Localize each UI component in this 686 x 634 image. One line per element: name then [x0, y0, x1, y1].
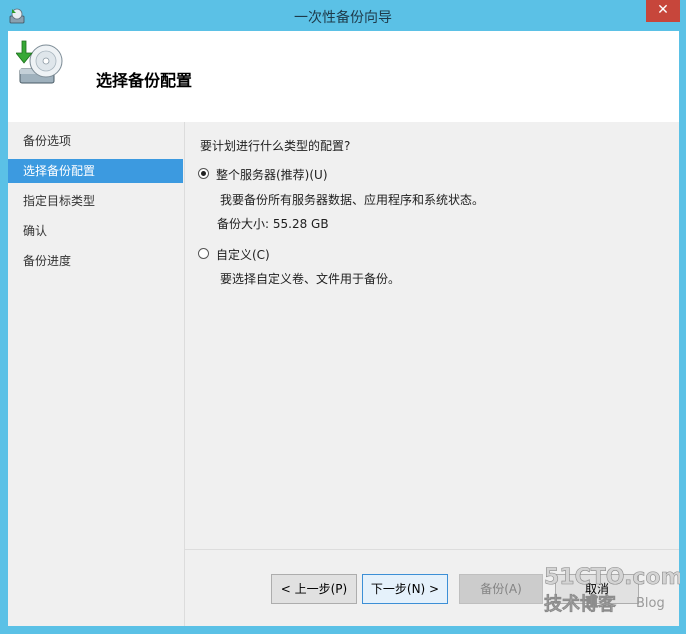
full-server-option-label[interactable]: 整个服务器(推荐)(U) — [216, 166, 328, 183]
custom-option-label[interactable]: 自定义(C) — [216, 246, 270, 263]
wizard-window: 一次性备份向导 ✕ 选择备份配置 备份选项 选择备份配置 指定目标类型 确认 备… — [0, 0, 686, 634]
step-confirmation[interactable]: 确认 — [8, 219, 183, 243]
full-server-description: 我要备份所有服务器数据、应用程序和系统状态。 — [220, 193, 485, 207]
button-bar: < 上一步(P) 下一步(N) > 备份(A) 取消 — [185, 549, 679, 626]
previous-button[interactable]: < 上一步(P) — [271, 574, 357, 604]
page-title: 选择备份配置 — [96, 71, 193, 90]
backup-size-text: 备份大小: 55.28 GB — [217, 217, 329, 231]
custom-description: 要选择自定义卷、文件用于备份。 — [220, 272, 401, 286]
step-backup-options[interactable]: 备份选项 — [8, 129, 183, 153]
wizard-header: 选择备份配置 — [8, 31, 679, 122]
title-bar[interactable]: 一次性备份向导 ✕ — [0, 0, 686, 31]
backup-button[interactable]: 备份(A) — [459, 574, 543, 604]
step-backup-progress[interactable]: 备份进度 — [8, 249, 183, 273]
step-select-backup-configuration[interactable]: 选择备份配置 — [8, 159, 183, 183]
wizard-body: 选择备份配置 备份选项 选择备份配置 指定目标类型 确认 备份进度 要计划进行什… — [8, 31, 679, 626]
window-title: 一次性备份向导 — [294, 10, 392, 26]
next-button[interactable]: 下一步(N) > — [362, 574, 448, 604]
content-panel: 要计划进行什么类型的配置? 整个服务器(推荐)(U) 我要备份所有服务器数据、应… — [185, 122, 679, 549]
configuration-question: 要计划进行什么类型的配置? — [200, 139, 351, 153]
radio-selected-dot — [201, 171, 206, 176]
close-button[interactable]: ✕ — [646, 0, 680, 22]
custom-radio[interactable] — [198, 248, 209, 259]
wizard-steps-sidebar: 备份选项 选择备份配置 指定目标类型 确认 备份进度 — [8, 122, 185, 626]
cancel-button[interactable]: 取消 — [555, 574, 639, 604]
step-specify-destination-type[interactable]: 指定目标类型 — [8, 189, 183, 213]
full-server-radio[interactable] — [198, 168, 209, 179]
backup-wizard-icon — [16, 40, 63, 84]
